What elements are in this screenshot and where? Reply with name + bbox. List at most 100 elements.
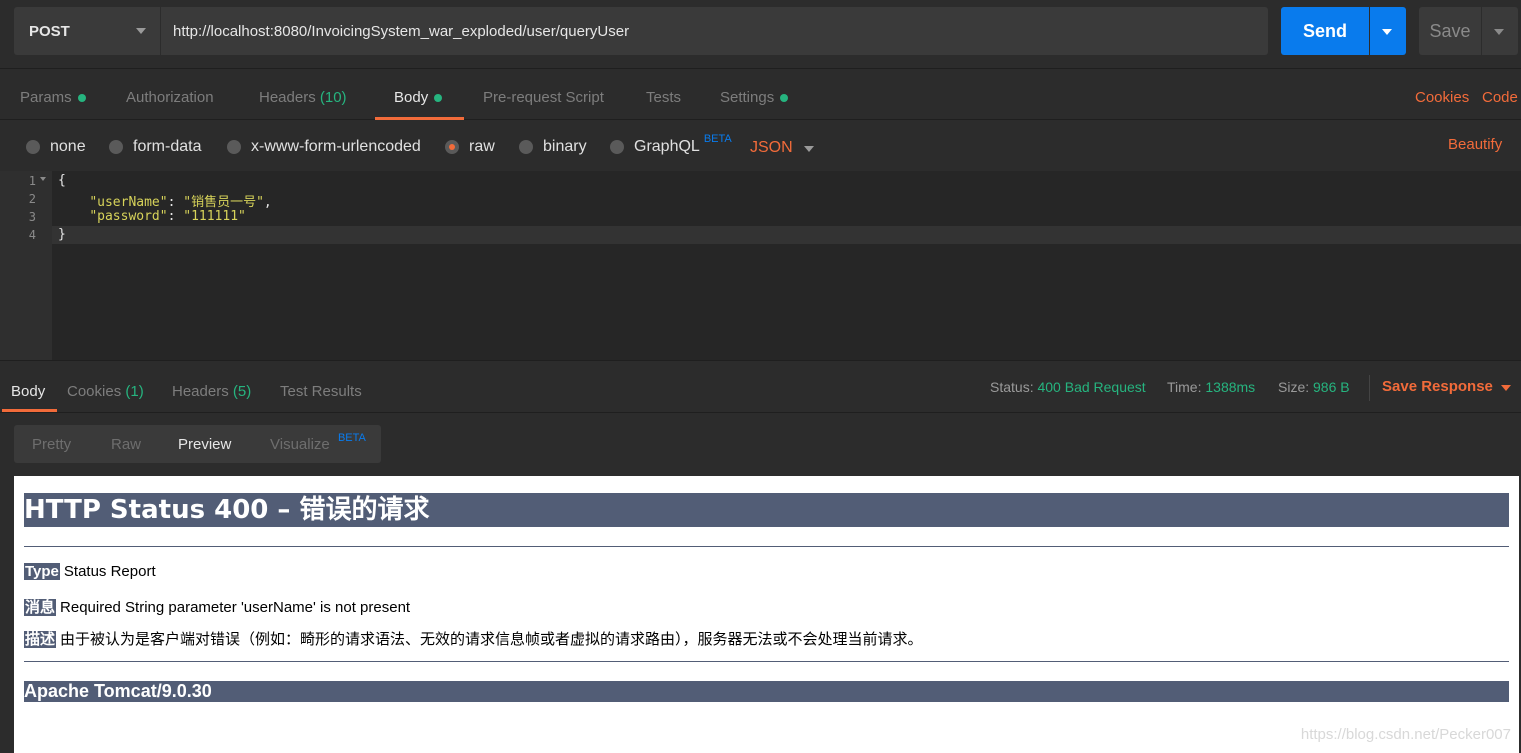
- code-editor[interactable]: 1 2 3 4 { "userName": "销售员一号", "password…: [0, 171, 1521, 360]
- view-raw[interactable]: Raw: [111, 436, 141, 453]
- radio-none[interactable]: none: [26, 138, 86, 156]
- error-title: HTTP Status 400 – 错误的请求: [24, 493, 1509, 527]
- tab-count: (10): [319, 89, 347, 106]
- type-label: Type: [24, 563, 60, 580]
- tab-params[interactable]: Params: [20, 89, 86, 106]
- method-select[interactable]: POST: [14, 7, 160, 55]
- chevron-down-icon[interactable]: [804, 146, 814, 152]
- line-number: 4: [28, 228, 36, 242]
- radio-label: raw: [469, 138, 495, 155]
- radio-icon: [610, 140, 624, 154]
- error-message-row: 消息 Required String parameter 'userName' i…: [24, 596, 410, 617]
- radio-form-data[interactable]: form-data: [109, 138, 201, 156]
- beautify-link[interactable]: Beautify: [1448, 136, 1502, 153]
- tab-authorization[interactable]: Authorization: [126, 89, 214, 106]
- send-label: Send: [1302, 20, 1347, 41]
- active-tab-indicator: [2, 409, 57, 412]
- tab-count: (5): [232, 383, 252, 400]
- tab-count: (1): [125, 383, 144, 400]
- fold-arrow-icon[interactable]: [40, 177, 46, 181]
- view-label: Visualize: [270, 436, 330, 453]
- json-key: "password": [89, 209, 168, 224]
- divider: [24, 546, 1509, 547]
- tab-prerequest-script[interactable]: Pre-request Script: [483, 89, 604, 106]
- status-value[interactable]: 400 Bad Request: [1037, 379, 1145, 395]
- chevron-down-icon: [1382, 29, 1392, 35]
- radio-icon: [227, 140, 241, 154]
- divider: [1369, 375, 1370, 401]
- divider: [24, 661, 1509, 662]
- tab-response-cookies[interactable]: Cookies (1): [67, 383, 144, 400]
- size-label: Size:: [1278, 379, 1310, 395]
- tab-label: Pre-request Script: [483, 89, 604, 106]
- tab-label: Body: [394, 89, 429, 106]
- tab-tests[interactable]: Tests: [646, 89, 681, 106]
- status-label: Status:: [990, 379, 1034, 395]
- tab-label: Body: [11, 383, 46, 400]
- message-value: Required String parameter 'userName' is …: [60, 599, 411, 616]
- send-button[interactable]: Send: [1281, 7, 1369, 55]
- radio-binary[interactable]: binary: [519, 138, 587, 156]
- body-type-row: none form-data x-www-form-urlencoded raw…: [0, 121, 1521, 171]
- format-select[interactable]: JSON: [750, 139, 793, 157]
- description-value: 由于被认为是客户端对错误（例如：畸形的请求语法、无效的请求信息帧或者虚拟的请求路…: [60, 631, 923, 648]
- tab-label: Params: [20, 89, 72, 106]
- tab-test-results[interactable]: Test Results: [280, 383, 362, 400]
- radio-label: none: [50, 138, 86, 155]
- radio-raw[interactable]: raw: [445, 138, 495, 156]
- url-input[interactable]: http://localhost:8080/InvoicingSystem_wa…: [160, 7, 1268, 55]
- json-value: "销售员一号": [183, 195, 264, 210]
- chevron-down-icon: [1494, 29, 1504, 35]
- radio-selected-icon: [445, 140, 459, 154]
- error-type-row: Type Status Report: [24, 563, 156, 580]
- active-tab-indicator: [375, 117, 464, 120]
- tab-headers[interactable]: Headers (10): [259, 89, 347, 106]
- view-preview[interactable]: Preview: [178, 436, 231, 453]
- size-readout: Size: 986 B: [1278, 379, 1350, 395]
- tab-label: Headers: [259, 89, 316, 106]
- tab-label: Settings: [720, 89, 775, 106]
- radio-label: GraphQL: [634, 138, 700, 155]
- line-gutter: 1 2 3 4: [0, 171, 52, 360]
- radio-icon: [26, 140, 40, 154]
- save-dropdown-button[interactable]: [1482, 7, 1518, 55]
- brace: {: [58, 173, 66, 188]
- send-dropdown-button[interactable]: [1370, 7, 1406, 55]
- error-description-row: 描述 由于被认为是客户端对错误（例如：畸形的请求语法、无效的请求信息帧或者虚拟的请…: [24, 628, 923, 649]
- radio-graphql[interactable]: GraphQL BETA: [610, 133, 732, 156]
- radio-label: form-data: [133, 138, 202, 155]
- time-value[interactable]: 1388ms: [1205, 379, 1255, 395]
- radio-label: binary: [543, 138, 587, 155]
- code-line: "password": "111111": [89, 209, 246, 224]
- tab-label: Headers: [172, 383, 229, 400]
- watermark: https://blog.csdn.net/Pecker007: [1300, 726, 1511, 743]
- tab-label: Authorization: [126, 89, 214, 106]
- response-bar: Body Cookies (1) Headers (5) Test Result…: [0, 360, 1521, 413]
- cookies-link[interactable]: Cookies: [1415, 89, 1469, 106]
- beta-badge: BETA: [703, 133, 732, 145]
- size-value[interactable]: 986 B: [1313, 379, 1350, 395]
- beta-badge: BETA: [337, 432, 366, 444]
- save-response-button[interactable]: Save Response: [1382, 378, 1493, 395]
- request-bar: POST http://localhost:8080/InvoicingSyst…: [0, 0, 1521, 68]
- tab-response-headers[interactable]: Headers (5): [172, 383, 251, 400]
- request-tabs: Params Authorization Headers (10) Body P…: [0, 68, 1521, 120]
- time-readout: Time: 1388ms: [1167, 379, 1255, 395]
- json-key: "userName": [89, 195, 168, 210]
- view-visualize[interactable]: Visualize BETA: [270, 432, 366, 453]
- active-dot-icon: [780, 94, 789, 103]
- radio-urlencoded[interactable]: x-www-form-urlencoded: [227, 138, 421, 156]
- chevron-down-icon[interactable]: [1501, 385, 1511, 391]
- tab-settings[interactable]: Settings: [720, 89, 789, 106]
- code-link[interactable]: Code: [1482, 89, 1518, 106]
- time-label: Time:: [1167, 379, 1202, 395]
- code-line: {: [58, 173, 66, 188]
- tab-response-body[interactable]: Body: [11, 383, 45, 400]
- view-pretty[interactable]: Pretty: [32, 436, 71, 453]
- active-dot-icon: [434, 94, 443, 103]
- save-button[interactable]: Save: [1419, 7, 1481, 55]
- response-preview: HTTP Status 400 – 错误的请求 Type Status Repor…: [14, 476, 1519, 753]
- tab-body[interactable]: Body: [394, 89, 443, 106]
- description-label: 描述: [24, 631, 57, 648]
- view-mode-toggle: Pretty Raw Preview Visualize BETA: [14, 425, 381, 463]
